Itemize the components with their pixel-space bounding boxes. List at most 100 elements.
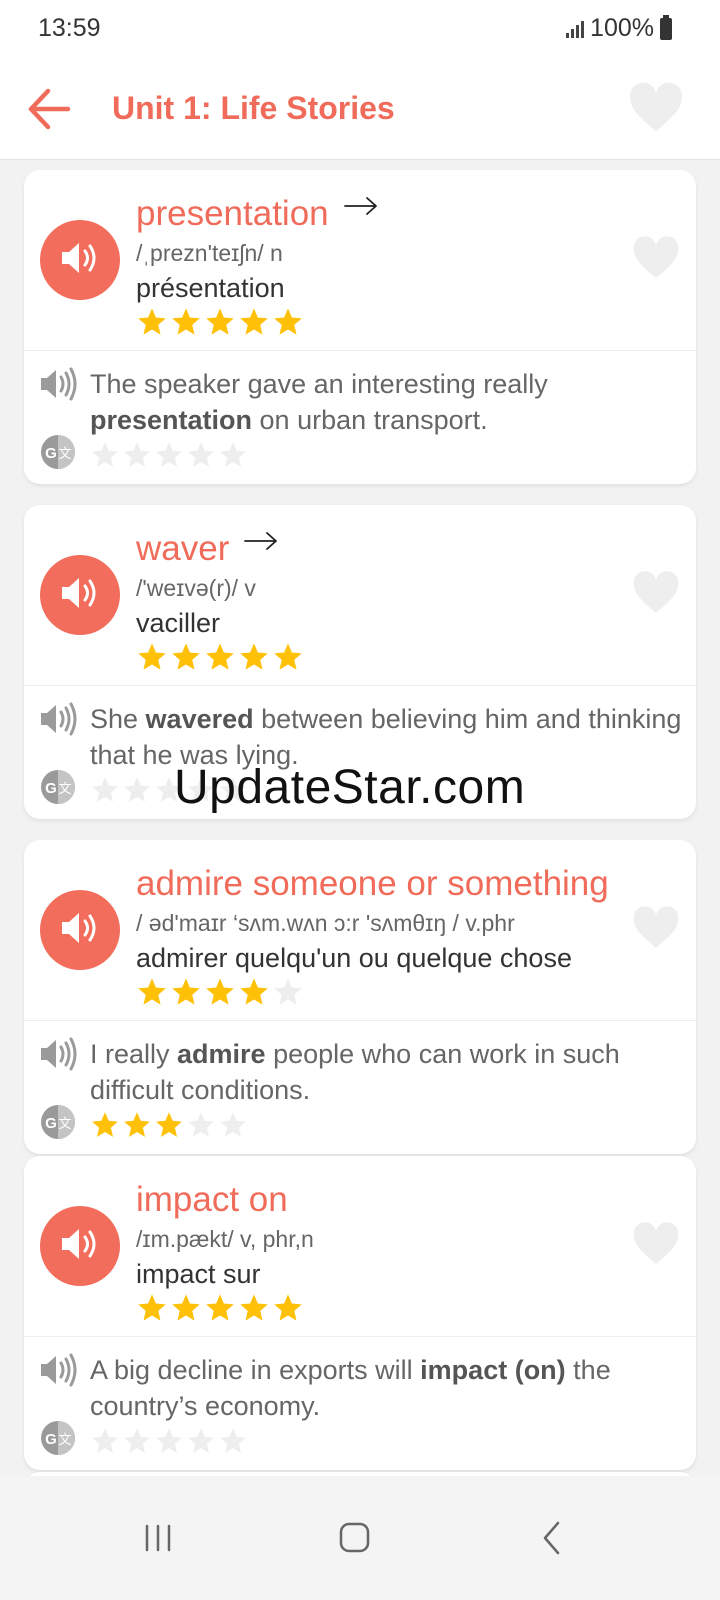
star-icon[interactable] [170,1292,202,1324]
play-example-button[interactable] [38,1036,80,1072]
word-text: waver [136,529,230,568]
divider [24,1020,696,1021]
word-block: presentation/ˌprezn'teɪʃn/ n présentation [136,192,676,338]
word-rating[interactable] [136,641,676,673]
play-word-button[interactable] [40,1206,120,1286]
translate-button[interactable]: G文 [40,1104,76,1140]
star-icon[interactable] [154,1426,184,1456]
play-word-button[interactable] [40,890,120,970]
arrow-right-icon[interactable] [343,192,379,222]
word-line: admire someone or something [136,862,676,906]
star-icon[interactable] [238,1292,270,1324]
word-rating[interactable] [136,306,676,338]
star-icon[interactable] [154,1110,184,1140]
star-icon[interactable] [122,440,152,470]
translate-button[interactable]: G文 [40,434,76,470]
translate-button[interactable]: G文 [40,769,76,805]
recents-button[interactable] [128,1512,188,1564]
favorite-word-button[interactable] [632,906,680,950]
word-rating[interactable] [136,976,676,1008]
star-icon[interactable] [204,976,236,1008]
star-icon[interactable] [90,440,120,470]
word-text: admire someone or something [136,864,609,903]
svg-text:文: 文 [58,781,71,796]
heart-icon [632,1222,680,1270]
home-button[interactable] [325,1512,385,1564]
play-example-button[interactable] [38,701,80,737]
example-rating[interactable] [90,1110,248,1140]
example-text: A big decline in exports will [90,1355,421,1385]
star-icon[interactable] [170,641,202,673]
translate-button[interactable]: G文 [40,1420,76,1456]
svg-text:G: G [45,445,57,462]
star-icon[interactable] [186,1110,216,1140]
play-word-button[interactable] [40,220,120,300]
star-icon[interactable] [186,440,216,470]
phonetic: / əd'maɪr ‘sʌm.wʌn ɔ:r 'sʌmθɪŋ / v.phr [136,910,515,936]
star-icon[interactable] [272,641,304,673]
play-word-button[interactable] [40,555,120,635]
star-icon[interactable] [136,641,168,673]
star-icon[interactable] [272,1292,304,1324]
star-icon[interactable] [204,1292,236,1324]
star-icon[interactable] [170,976,202,1008]
star-icon[interactable] [238,306,270,338]
word-card: presentation/ˌprezn'teɪʃn/ n présentation… [24,170,696,484]
example-text: The speaker gave an interesting really [90,369,548,399]
favorite-word-button[interactable] [632,236,680,280]
star-icon[interactable] [136,306,168,338]
divider [24,1336,696,1337]
google-translate-icon: G文 [40,1421,76,1460]
favorite-word-button[interactable] [632,571,680,615]
star-icon[interactable] [170,306,202,338]
play-example-button[interactable] [38,366,80,402]
example-text: I really [90,1039,178,1069]
nav-back-button[interactable] [522,1512,582,1564]
favorite-unit-button[interactable] [628,82,684,134]
star-icon[interactable] [136,976,168,1008]
star-icon[interactable] [122,1426,152,1456]
word-block: admire someone or something / əd'maɪr ‘sʌ… [136,862,676,1008]
play-example-button[interactable] [38,1352,80,1388]
word-line: presentation [136,192,676,236]
back-button[interactable] [22,82,78,136]
vocabulary-list[interactable]: presentation/ˌprezn'teɪʃn/ n présentation… [0,160,720,1476]
example-keyword: wavered [145,704,254,734]
speaker-icon [58,573,102,618]
star-icon[interactable] [122,775,152,805]
heart-icon [630,82,682,132]
word-text: presentation [136,194,329,233]
signal-icon [566,20,585,38]
status-bar: 13:59 100% [0,0,720,58]
star-icon[interactable] [204,306,236,338]
favorite-word-button[interactable] [632,1222,680,1266]
star-icon[interactable] [90,1110,120,1140]
arrow-left-icon [28,88,71,130]
star-icon[interactable] [272,976,304,1008]
star-icon[interactable] [186,1426,216,1456]
arrow-right-icon[interactable] [243,527,279,557]
home-icon [339,1522,370,1553]
example-sentence: I really admire people who can work in s… [90,1036,684,1108]
translation: vaciller [136,608,221,638]
star-icon[interactable] [90,1426,120,1456]
star-icon[interactable] [272,306,304,338]
chevron-left-icon [543,1521,560,1555]
divider [24,350,696,351]
star-icon[interactable] [218,440,248,470]
example-rating[interactable] [90,1426,248,1456]
word-card: admire someone or something / əd'maɪr ‘sʌ… [24,840,696,1154]
star-icon[interactable] [238,641,270,673]
translation: présentation [136,273,285,303]
star-icon[interactable] [238,976,270,1008]
star-icon[interactable] [218,1426,248,1456]
word-rating[interactable] [136,1292,676,1324]
star-icon[interactable] [204,641,236,673]
heart-icon [632,236,680,284]
star-icon[interactable] [122,1110,152,1140]
star-icon[interactable] [136,1292,168,1324]
example-rating[interactable] [90,440,248,470]
star-icon[interactable] [218,1110,248,1140]
star-icon[interactable] [90,775,120,805]
star-icon[interactable] [154,440,184,470]
